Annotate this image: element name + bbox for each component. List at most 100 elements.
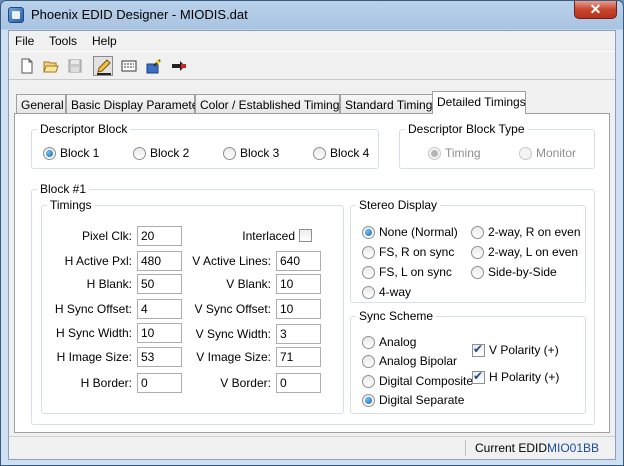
descriptor-block-label: Descriptor Block: [37, 122, 131, 136]
v-polarity-label: V Polarity (+): [489, 343, 559, 357]
h-border-input[interactable]: 0: [137, 373, 182, 393]
radio-stereo-none[interactable]: [362, 226, 375, 239]
radio-stereo-2way-l[interactable]: [471, 246, 484, 259]
tab-color-established-timings[interactable]: Color / Established Timings: [195, 94, 345, 113]
descriptor-block-type-group: Descriptor Block Type Timing Monitor: [399, 122, 595, 169]
stereo-display-group: Stereo Display None (Normal) FS, R on sy…: [350, 198, 586, 303]
radio-stereo-4way[interactable]: [362, 286, 375, 299]
menu-tools[interactable]: Tools: [49, 34, 77, 48]
sync-scheme-group: Sync Scheme Analog Analog Bipolar Digita…: [350, 309, 586, 414]
save-disk-icon[interactable]: [65, 56, 85, 76]
window-title: Phoenix EDID Designer - MIODIS.dat: [31, 7, 248, 22]
radio-sync-analog-label: Analog: [379, 335, 417, 349]
h-border-label: H Border:: [80, 376, 132, 390]
tab-detailed-timings[interactable]: Detailed Timings: [432, 91, 526, 114]
radio-block-4-label: Block 4: [330, 146, 370, 160]
radio-stereo-side-by-side-label: Side-by-Side: [488, 265, 557, 279]
timings-group: Timings Pixel Clk: 20 Interlaced H Activ…: [41, 198, 344, 414]
radio-stereo-fs-l-label: FS, L on sync: [379, 265, 452, 279]
v-sync-width-input[interactable]: 3: [276, 324, 321, 344]
timings-label: Timings: [47, 198, 95, 212]
h-image-size-label: H Image Size:: [56, 350, 132, 364]
close-button[interactable]: ✕: [574, 1, 617, 19]
radio-block-3[interactable]: [223, 147, 236, 160]
tab-general[interactable]: General: [16, 94, 66, 113]
export-arrow-icon[interactable]: [169, 56, 189, 76]
v-image-size-input[interactable]: 71: [276, 347, 321, 367]
radio-timing-label: Timing: [445, 146, 481, 160]
radio-sync-digital-composite[interactable]: [362, 375, 375, 388]
h-blank-input[interactable]: 50: [137, 274, 182, 294]
h-sync-offset-label: H Sync Offset:: [54, 302, 132, 316]
wizard-icon[interactable]: [144, 56, 164, 76]
status-separator: [465, 440, 466, 456]
h-image-size-input[interactable]: 53: [137, 347, 182, 367]
v-border-label: V Border:: [220, 376, 271, 390]
v-image-size-label: V Image Size:: [196, 350, 271, 364]
radio-monitor[interactable]: [519, 147, 532, 160]
radio-timing[interactable]: [428, 147, 441, 160]
radio-stereo-2way-r-label: 2-way, R on even: [488, 225, 581, 239]
menu-bar: File Tools Help: [9, 31, 615, 51]
toolbar: [9, 51, 615, 80]
stereo-display-label: Stereo Display: [356, 198, 441, 212]
radio-block-2[interactable]: [133, 147, 146, 160]
tab-standard-timings[interactable]: Standard Timings: [340, 94, 438, 113]
pixel-clk-label: Pixel Clk:: [81, 229, 132, 243]
radio-sync-digital-separate-label: Digital Separate: [379, 393, 465, 407]
radio-stereo-fs-r[interactable]: [362, 246, 375, 259]
v-sync-offset-label: V Sync Offset:: [194, 302, 271, 316]
radio-stereo-none-label: None (Normal): [379, 225, 458, 239]
radio-stereo-2way-l-label: 2-way, L on even: [488, 245, 579, 259]
client-area: File Tools Help General Basic Display Pa…: [8, 30, 616, 460]
interlaced-checkbox[interactable]: [299, 229, 312, 242]
pixel-clk-input[interactable]: 20: [137, 226, 182, 246]
radio-block-4[interactable]: [313, 147, 326, 160]
radio-block-1[interactable]: [43, 147, 56, 160]
radio-sync-digital-separate[interactable]: [362, 394, 375, 407]
new-file-icon[interactable]: [17, 56, 37, 76]
keyboard-table-icon[interactable]: [119, 56, 139, 76]
v-border-input[interactable]: 0: [276, 373, 321, 393]
edit-pencil-icon[interactable]: [93, 56, 113, 76]
menu-help[interactable]: Help: [92, 34, 117, 48]
v-blank-input[interactable]: 10: [276, 274, 321, 294]
v-active-label: V Active Lines:: [192, 254, 271, 268]
radio-stereo-fs-r-label: FS, R on sync: [379, 245, 455, 259]
sync-scheme-label: Sync Scheme: [356, 309, 437, 323]
radio-block-3-label: Block 3: [240, 146, 280, 160]
h-sync-offset-input[interactable]: 4: [137, 299, 182, 319]
block-label: Block #1: [37, 182, 90, 196]
v-sync-offset-input[interactable]: 10: [276, 299, 321, 319]
application-window: Phoenix EDID Designer - MIODIS.dat ✕ Fil…: [0, 0, 624, 466]
radio-stereo-fs-l[interactable]: [362, 266, 375, 279]
detailed-timings-panel: Descriptor Block Block 1 Block 2 Block 3…: [14, 113, 610, 433]
menu-file[interactable]: File: [15, 34, 34, 48]
current-edid-value: MIO01BB: [547, 441, 600, 455]
radio-sync-analog-bipolar[interactable]: [362, 355, 375, 368]
h-sync-width-input[interactable]: 10: [137, 323, 182, 343]
open-folder-icon[interactable]: [41, 56, 61, 76]
h-sync-width-label: H Sync Width:: [55, 326, 132, 340]
radio-sync-analog[interactable]: [362, 336, 375, 349]
v-sync-width-label: V Sync Width:: [195, 327, 271, 341]
v-active-input[interactable]: 640: [276, 251, 321, 271]
radio-monitor-label: Monitor: [536, 146, 577, 160]
radio-stereo-2way-r[interactable]: [471, 226, 484, 239]
descriptor-block-type-label: Descriptor Block Type: [405, 122, 528, 136]
descriptor-block-group: Descriptor Block Block 1 Block 2 Block 3…: [31, 122, 379, 169]
v-polarity-checkbox[interactable]: [472, 342, 485, 357]
h-active-label: H Active Pxl:: [64, 254, 132, 268]
current-edid-label: Current EDID:: [475, 441, 551, 455]
h-polarity-label: H Polarity (+): [489, 370, 560, 384]
radio-stereo-side-by-side[interactable]: [471, 266, 484, 279]
block-group: Block #1 Timings Pixel Clk: 20 Interlace…: [31, 182, 595, 425]
h-active-input[interactable]: 480: [137, 251, 182, 271]
radio-sync-digital-composite-label: Digital Composite: [379, 374, 474, 388]
v-blank-label: V Blank:: [226, 277, 271, 291]
title-bar[interactable]: Phoenix EDID Designer - MIODIS.dat ✕: [1, 1, 623, 29]
h-polarity-checkbox[interactable]: [472, 369, 485, 384]
radio-sync-analog-bipolar-label: Analog Bipolar: [379, 354, 458, 368]
tab-basic-display-parameters[interactable]: Basic Display Parameters: [66, 94, 208, 113]
interlaced-label: Interlaced: [242, 229, 295, 243]
